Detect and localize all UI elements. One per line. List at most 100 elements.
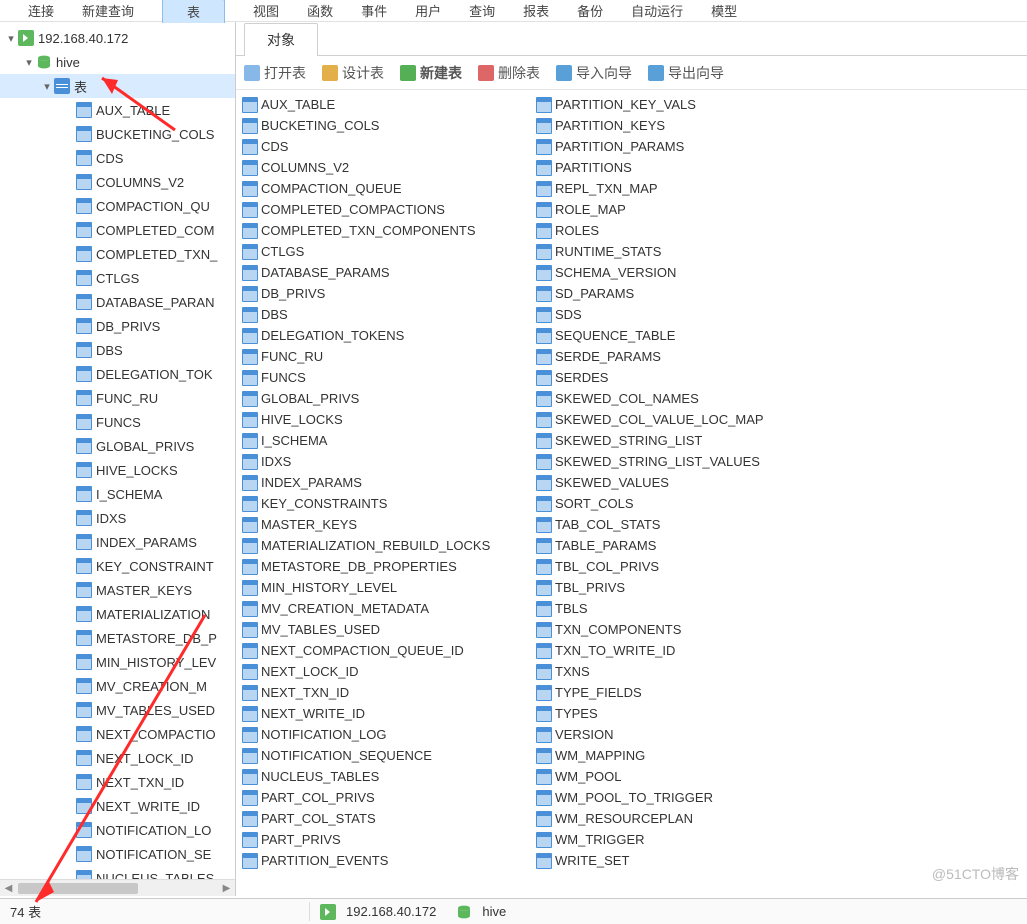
tree-connection-row[interactable]: ▾192.168.40.172 — [0, 26, 235, 50]
list-item[interactable]: SKEWED_VALUES — [536, 472, 826, 493]
tree-table-row[interactable]: NEXT_LOCK_ID — [0, 746, 235, 770]
list-item[interactable]: COMPLETED_COMPACTIONS — [242, 199, 532, 220]
tree-table-row[interactable]: MV_TABLES_USED — [0, 698, 235, 722]
list-item[interactable]: SERDE_PARAMS — [536, 346, 826, 367]
menu-item[interactable]: 表 — [162, 0, 225, 23]
tree-table-row[interactable]: NEXT_COMPACTIO — [0, 722, 235, 746]
list-item[interactable]: SD_PARAMS — [536, 283, 826, 304]
list-item[interactable]: HIVE_LOCKS — [242, 409, 532, 430]
list-item[interactable]: SDS — [536, 304, 826, 325]
tree-table-row[interactable]: COMPACTION_QU — [0, 194, 235, 218]
export-wizard-button[interactable]: 导出向导 — [648, 63, 724, 83]
list-item[interactable]: MV_CREATION_METADATA — [242, 598, 532, 619]
list-item[interactable]: TXN_COMPONENTS — [536, 619, 826, 640]
list-item[interactable]: KEY_CONSTRAINTS — [242, 493, 532, 514]
list-item[interactable]: VERSION — [536, 724, 826, 745]
tree-table-row[interactable]: DBS — [0, 338, 235, 362]
list-item[interactable]: TAB_COL_STATS — [536, 514, 826, 535]
list-item[interactable]: NEXT_LOCK_ID — [242, 661, 532, 682]
object-tree[interactable]: ▾192.168.40.172▾hive▾表AUX_TABLEBUCKETING… — [0, 22, 235, 879]
tree-table-row[interactable]: MIN_HISTORY_LEV — [0, 650, 235, 674]
tree-table-row[interactable]: NUCLEUS_TABLES — [0, 866, 235, 879]
list-item[interactable]: RUNTIME_STATS — [536, 241, 826, 262]
list-item[interactable]: WM_POOL_TO_TRIGGER — [536, 787, 826, 808]
list-item[interactable]: PARTITION_EVENTS — [242, 850, 532, 871]
list-item[interactable]: WRITE_SET — [536, 850, 826, 871]
tree-table-row[interactable]: DATABASE_PARAN — [0, 290, 235, 314]
list-item[interactable]: DELEGATION_TOKENS — [242, 325, 532, 346]
tree-database-row[interactable]: ▾hive — [0, 50, 235, 74]
tree-table-row[interactable]: MATERIALIZATION — [0, 602, 235, 626]
list-item[interactable]: TYPES — [536, 703, 826, 724]
new-table-button[interactable]: 新建表 — [400, 63, 462, 83]
list-item[interactable]: NUCLEUS_TABLES — [242, 766, 532, 787]
design-table-button[interactable]: 设计表 — [322, 63, 384, 83]
tree-table-row[interactable]: NEXT_TXN_ID — [0, 770, 235, 794]
list-item[interactable]: PART_COL_STATS — [242, 808, 532, 829]
list-item[interactable]: SKEWED_COL_VALUE_LOC_MAP — [536, 409, 826, 430]
list-item[interactable]: CTLGS — [242, 241, 532, 262]
list-item[interactable]: TXNS — [536, 661, 826, 682]
tree-table-row[interactable]: MV_CREATION_M — [0, 674, 235, 698]
list-item[interactable]: REPL_TXN_MAP — [536, 178, 826, 199]
tree-table-row[interactable]: IDXS — [0, 506, 235, 530]
list-item[interactable]: SKEWED_STRING_LIST — [536, 430, 826, 451]
list-item[interactable]: WM_POOL — [536, 766, 826, 787]
tree-table-row[interactable]: GLOBAL_PRIVS — [0, 434, 235, 458]
tree-table-row[interactable]: CDS — [0, 146, 235, 170]
menu-item[interactable]: 自动运行 — [631, 1, 683, 20]
tree-table-row[interactable]: COMPLETED_TXN_ — [0, 242, 235, 266]
tree-table-row[interactable]: NOTIFICATION_SE — [0, 842, 235, 866]
list-item[interactable]: INDEX_PARAMS — [242, 472, 532, 493]
list-item[interactable]: PARTITION_KEY_VALS — [536, 94, 826, 115]
list-item[interactable]: ROLE_MAP — [536, 199, 826, 220]
tree-table-row[interactable]: FUNC_RU — [0, 386, 235, 410]
list-item[interactable]: NEXT_COMPACTION_QUEUE_ID — [242, 640, 532, 661]
scroll-thumb[interactable] — [18, 883, 138, 894]
menu-item[interactable]: 查询 — [469, 1, 495, 20]
list-item[interactable]: TBL_PRIVS — [536, 577, 826, 598]
list-item[interactable]: SERDES — [536, 367, 826, 388]
list-item[interactable]: DBS — [242, 304, 532, 325]
list-item[interactable]: PART_COL_PRIVS — [242, 787, 532, 808]
tree-table-row[interactable]: COLUMNS_V2 — [0, 170, 235, 194]
menu-item[interactable]: 函数 — [307, 1, 333, 20]
list-item[interactable]: SKEWED_STRING_LIST_VALUES — [536, 451, 826, 472]
list-item[interactable]: NEXT_WRITE_ID — [242, 703, 532, 724]
list-item[interactable]: TBLS — [536, 598, 826, 619]
list-item[interactable]: SCHEMA_VERSION — [536, 262, 826, 283]
list-item[interactable]: PARTITION_PARAMS — [536, 136, 826, 157]
menu-item[interactable]: 用户 — [415, 1, 441, 20]
tree-table-row[interactable]: MASTER_KEYS — [0, 578, 235, 602]
list-item[interactable]: WM_TRIGGER — [536, 829, 826, 850]
list-item[interactable]: NOTIFICATION_SEQUENCE — [242, 745, 532, 766]
list-item[interactable]: GLOBAL_PRIVS — [242, 388, 532, 409]
list-item[interactable]: SORT_COLS — [536, 493, 826, 514]
list-item[interactable]: SEQUENCE_TABLE — [536, 325, 826, 346]
sidebar-horizontal-scrollbar[interactable]: ◀ ▶ — [0, 879, 235, 896]
menu-item[interactable]: 报表 — [523, 1, 549, 20]
list-item[interactable]: MV_TABLES_USED — [242, 619, 532, 640]
import-wizard-button[interactable]: 导入向导 — [556, 63, 632, 83]
menu-item[interactable]: 连接 — [28, 1, 54, 20]
menu-item[interactable]: 备份 — [577, 1, 603, 20]
tab-objects[interactable]: 对象 — [244, 23, 318, 56]
list-item[interactable]: TABLE_PARAMS — [536, 535, 826, 556]
expand-icon[interactable]: ▾ — [40, 80, 54, 93]
expand-icon[interactable]: ▾ — [22, 56, 36, 69]
list-item[interactable]: MATERIALIZATION_REBUILD_LOCKS — [242, 535, 532, 556]
tree-table-row[interactable]: METASTORE_DB_P — [0, 626, 235, 650]
list-item[interactable]: MASTER_KEYS — [242, 514, 532, 535]
tree-table-row[interactable]: NOTIFICATION_LO — [0, 818, 235, 842]
list-item[interactable]: WM_RESOURCEPLAN — [536, 808, 826, 829]
tree-table-row[interactable]: DB_PRIVS — [0, 314, 235, 338]
list-item[interactable]: WM_MAPPING — [536, 745, 826, 766]
tree-table-row[interactable]: INDEX_PARAMS — [0, 530, 235, 554]
list-item[interactable]: TYPE_FIELDS — [536, 682, 826, 703]
list-item[interactable]: COMPLETED_TXN_COMPONENTS — [242, 220, 532, 241]
tree-table-row[interactable]: I_SCHEMA — [0, 482, 235, 506]
list-item[interactable]: CDS — [242, 136, 532, 157]
list-item[interactable]: DATABASE_PARAMS — [242, 262, 532, 283]
list-item[interactable]: FUNC_RU — [242, 346, 532, 367]
tree-table-row[interactable]: KEY_CONSTRAINT — [0, 554, 235, 578]
